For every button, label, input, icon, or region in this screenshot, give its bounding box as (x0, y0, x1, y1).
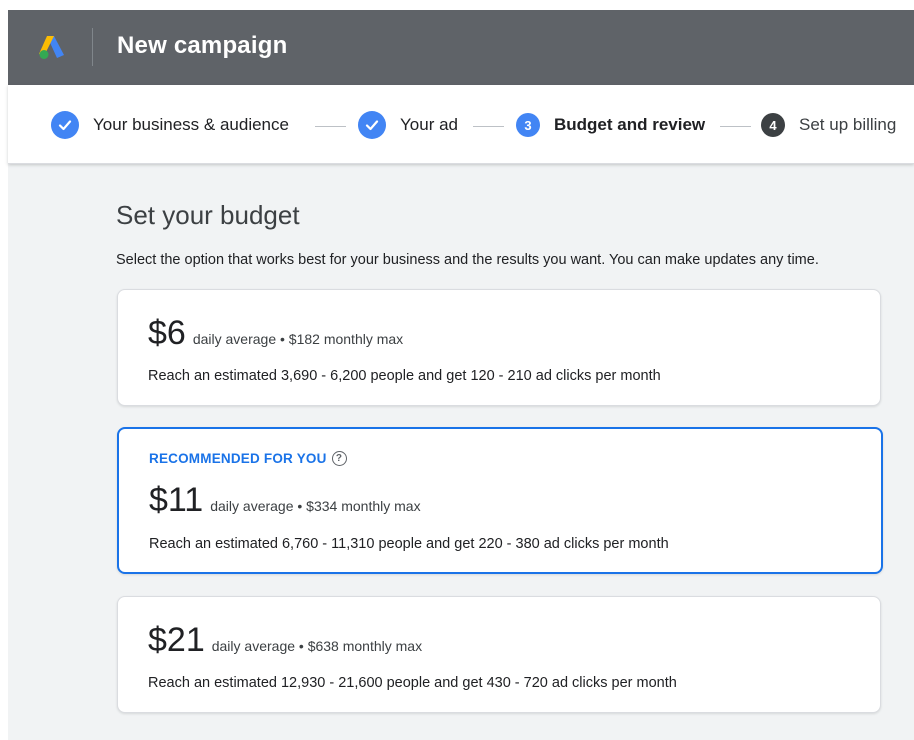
page-title: New campaign (117, 32, 288, 59)
price-amount: $21 (148, 621, 205, 659)
help-icon[interactable]: ? (331, 451, 347, 466)
recommended-badge: RECOMMENDED FOR YOU ? (149, 451, 347, 466)
price-line: $11 daily average • $334 monthly max (149, 481, 421, 520)
section-description: Select the option that works best for yo… (116, 252, 819, 268)
step-your-business-audience[interactable]: Your business & audience (51, 111, 289, 139)
price-meta: daily average • $638 monthly max (211, 638, 423, 654)
reach-estimate: Reach an estimated 3,690 - 6,200 people … (148, 368, 661, 384)
price-meta: daily average • $334 monthly max (210, 498, 421, 514)
step-connector (473, 126, 504, 127)
budget-section: Set your budget Select the option that w… (8, 164, 914, 740)
recommended-label: RECOMMENDED FOR YOU (149, 451, 327, 466)
budget-option-11[interactable]: RECOMMENDED FOR YOU ? $11 daily average … (117, 427, 883, 574)
app-bar: New campaign (8, 10, 914, 85)
check-icon (358, 111, 386, 139)
price-amount: $6 (148, 314, 186, 352)
google-ads-logo[interactable] (38, 34, 66, 60)
step-set-up-billing[interactable]: 4 Set up billing (761, 111, 896, 139)
step-budget-and-review[interactable]: 3 Budget and review (516, 111, 705, 139)
step-connector (720, 126, 751, 127)
reach-estimate: Reach an estimated 12,930 - 21,600 peopl… (148, 675, 677, 691)
price-amount: $11 (149, 481, 204, 519)
price-line: $21 daily average • $638 monthly max (148, 621, 422, 660)
reach-estimate: Reach an estimated 6,760 - 11,310 people… (149, 536, 669, 552)
step-label: Your business & audience (93, 115, 289, 134)
step-your-ad[interactable]: Your ad (358, 111, 458, 139)
budget-option-21[interactable]: $21 daily average • $638 monthly max Rea… (117, 596, 881, 713)
section-title: Set your budget (116, 200, 300, 230)
step-connector (315, 126, 346, 127)
step-label: Your ad (400, 115, 458, 134)
progress-stepper: Your business & audience Your ad 3 Budge… (8, 85, 914, 164)
step-number-badge: 3 (516, 113, 540, 137)
step-label: Budget and review (554, 115, 706, 134)
step-number-badge: 4 (761, 113, 785, 137)
step-label: Set up billing (799, 115, 897, 134)
appbar-divider (92, 28, 93, 66)
price-line: $6 daily average • $182 monthly max (148, 314, 403, 353)
price-meta: daily average • $182 monthly max (192, 331, 404, 347)
check-icon (51, 111, 79, 139)
budget-option-6[interactable]: $6 daily average • $182 monthly max Reac… (117, 289, 881, 406)
